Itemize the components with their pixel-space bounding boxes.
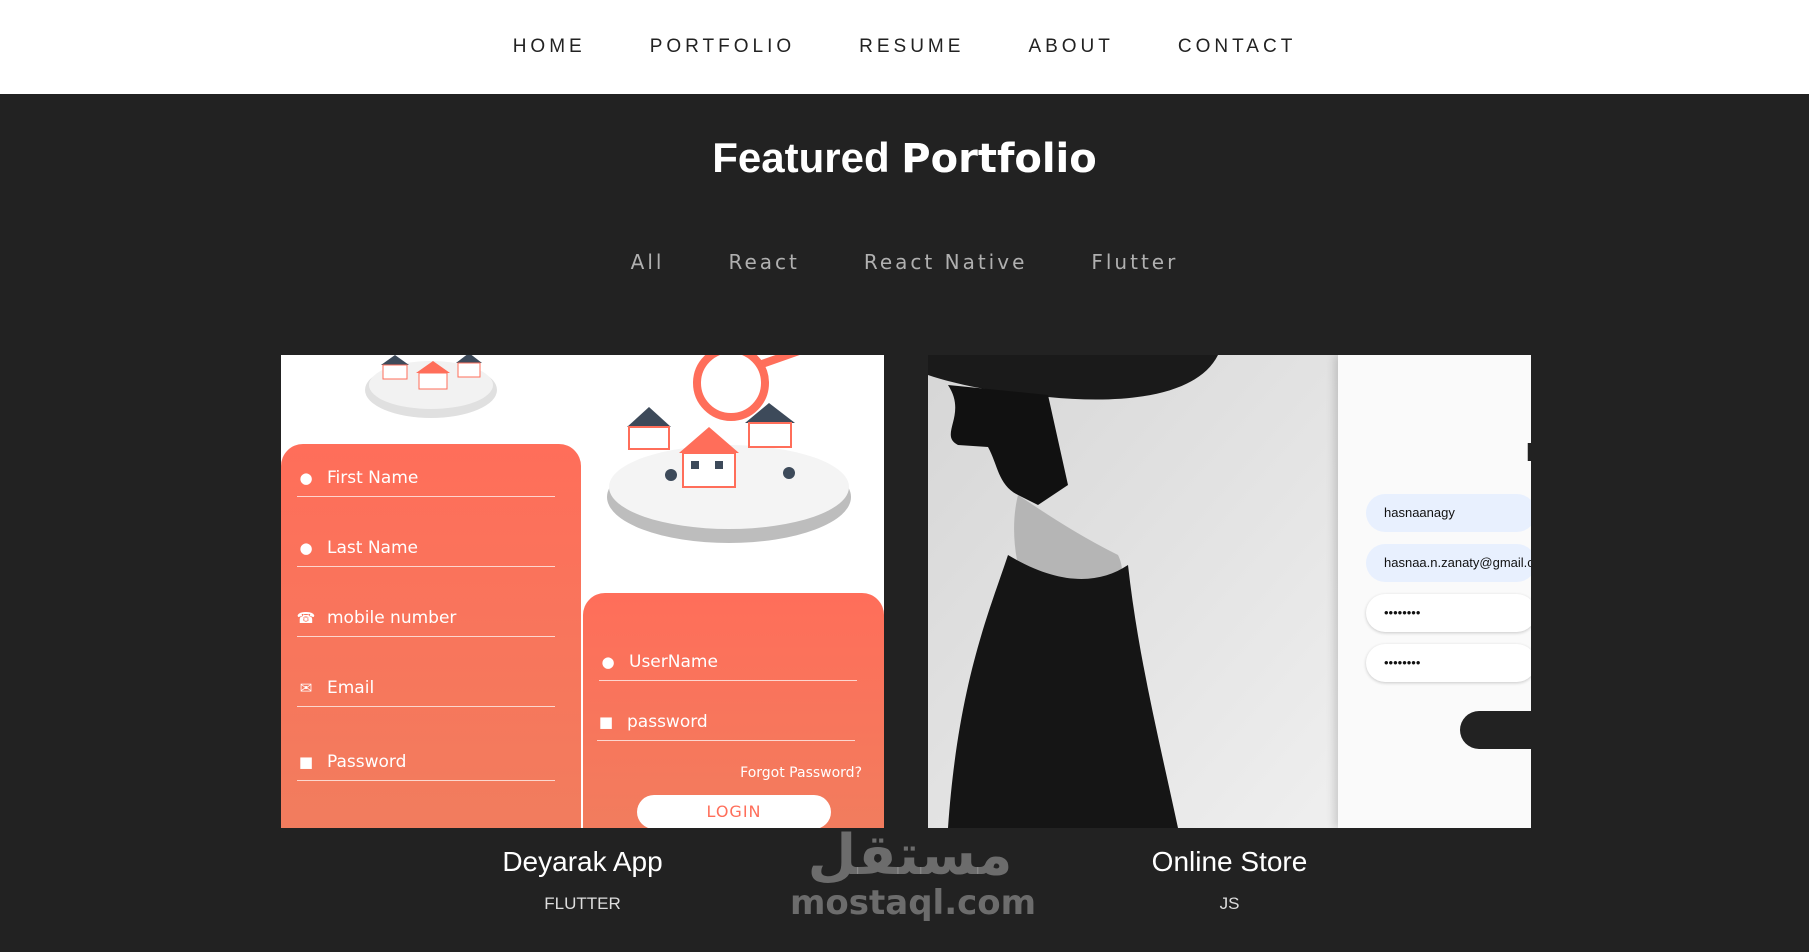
confirm-password-input: •••••••• bbox=[1366, 644, 1531, 682]
mostaql-watermark: مستقل mostaql.com bbox=[790, 823, 1037, 923]
first-name-label: First Name bbox=[327, 467, 419, 488]
last-name-field: ● Last Name bbox=[297, 529, 555, 567]
mobile-label: mobile number bbox=[327, 607, 457, 628]
section-title-bold: Portfolio bbox=[901, 136, 1097, 182]
portfolio-filters: All React React Native Flutter bbox=[0, 250, 1809, 274]
nav-portfolio[interactable]: PORTFOLIO bbox=[650, 36, 795, 58]
lock-icon: ■ bbox=[598, 712, 614, 731]
login-password-label: password bbox=[627, 711, 708, 732]
first-name-field: ● First Name bbox=[297, 459, 555, 497]
user-icon: ● bbox=[299, 538, 313, 557]
last-name-label: Last Name bbox=[327, 537, 418, 558]
nav-home[interactable]: HOME bbox=[513, 36, 586, 58]
nav-contact[interactable]: CONTACT bbox=[1178, 36, 1296, 58]
top-navbar: HOME PORTFOLIO RESUME ABOUT CONTACT bbox=[0, 0, 1809, 94]
nav-about[interactable]: ABOUT bbox=[1028, 36, 1113, 58]
password-label: Password bbox=[327, 751, 407, 772]
login-button: LOGIN bbox=[637, 795, 831, 828]
houses-illustration-large bbox=[607, 355, 851, 543]
lock-icon: ■ bbox=[298, 752, 314, 771]
mail-icon: ✉ bbox=[299, 678, 313, 697]
username-field: ● UserName bbox=[599, 643, 857, 681]
forgot-password-link: Forgot Password? bbox=[740, 765, 862, 781]
submit-button bbox=[1460, 711, 1531, 749]
form-heading: L bbox=[1526, 437, 1531, 468]
nav-resume[interactable]: RESUME bbox=[859, 36, 964, 58]
filter-all[interactable]: All bbox=[631, 250, 665, 274]
portfolio-card-online-store[interactable]: L hasnaanagy hasnaa.n.zanaty@gmail.c •••… bbox=[928, 355, 1531, 828]
houses-illustration-small bbox=[365, 355, 497, 418]
mobile-field: ☎ mobile number bbox=[297, 599, 555, 637]
watermark-latin: mostaql.com bbox=[790, 883, 1037, 923]
email-input: hasnaa.n.zanaty@gmail.c bbox=[1366, 544, 1531, 582]
filter-flutter[interactable]: Flutter bbox=[1091, 250, 1178, 274]
filter-react[interactable]: React bbox=[728, 250, 799, 274]
password-input: •••••••• bbox=[1366, 594, 1531, 632]
username-label: UserName bbox=[629, 651, 718, 672]
portfolio-card-deyarak[interactable]: ● First Name ● Last Name ☎ mobile number… bbox=[281, 355, 884, 828]
username-input: hasnaanagy bbox=[1366, 494, 1531, 532]
filter-react-native[interactable]: React Native bbox=[864, 250, 1028, 274]
email-field: ✉ Email bbox=[297, 669, 555, 707]
login-password-field: ■ password bbox=[597, 703, 855, 741]
email-label: Email bbox=[327, 677, 375, 698]
watermark-arabic: مستقل bbox=[807, 823, 1013, 888]
user-icon: ● bbox=[601, 652, 615, 671]
phone-icon: ☎ bbox=[296, 608, 316, 627]
register-form-panel bbox=[1338, 355, 1531, 828]
section-title-light: Featured bbox=[712, 134, 890, 181]
nav-list: HOME PORTFOLIO RESUME ABOUT CONTACT bbox=[0, 0, 1809, 94]
fashion-photo bbox=[928, 355, 1338, 828]
password-field: ■ Password bbox=[297, 743, 555, 781]
section-title: Featured Portfolio bbox=[0, 134, 1809, 182]
user-icon: ● bbox=[299, 468, 313, 487]
